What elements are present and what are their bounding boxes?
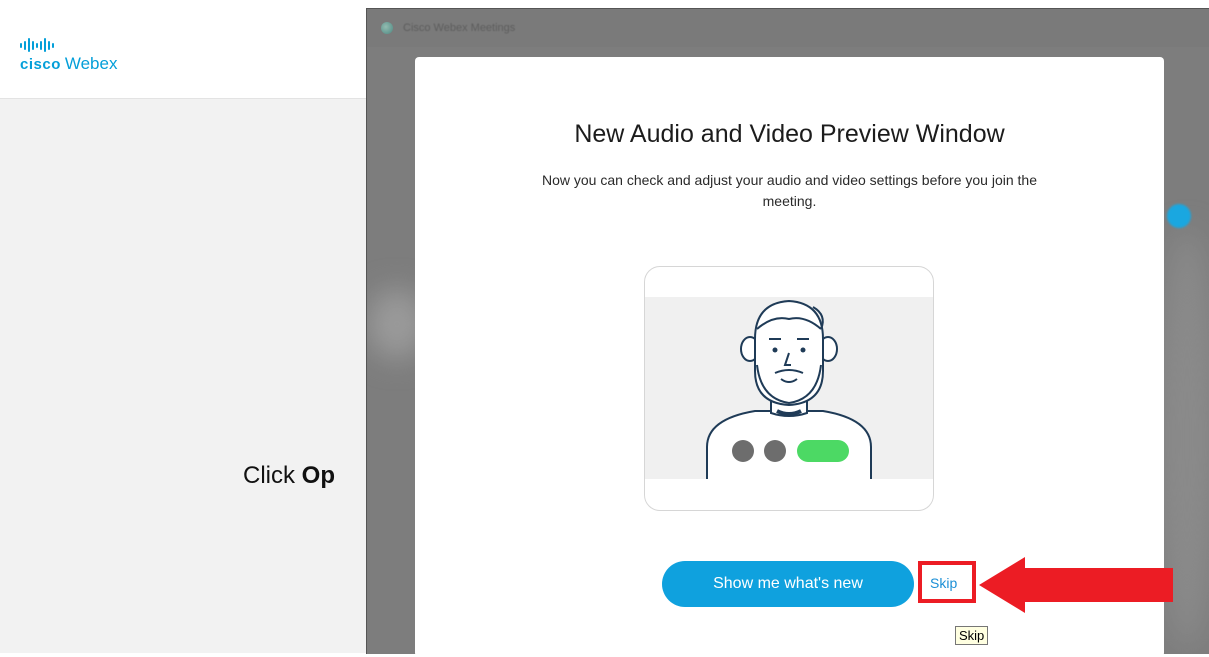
instruction-prefix: Click — [243, 462, 302, 489]
instruction-text: Click Op — [243, 462, 335, 490]
skip-highlight-box — [918, 561, 976, 603]
window-title: Cisco Webex Meetings — [403, 22, 516, 34]
modal-description: Now you can check and adjust your audio … — [542, 172, 1037, 209]
window-titlebar[interactable]: Cisco Webex Meetings — [367, 9, 1209, 47]
participant-avatar-icon — [1167, 204, 1191, 228]
skip-tooltip: Skip — [955, 626, 989, 645]
cisco-logo-icon — [20, 38, 117, 52]
show-whats-new-button[interactable]: Show me what's new — [662, 561, 914, 607]
preview-illustration — [644, 266, 934, 511]
modal-title: New Audio and Video Preview Window — [574, 120, 1005, 148]
app-icon — [381, 22, 393, 34]
logo-cisco-text: cisco — [20, 56, 61, 73]
instruction-bold: Op — [301, 462, 335, 489]
person-illustration — [645, 297, 933, 479]
callout-arrow-icon — [979, 557, 1173, 613]
logo-webex-text: Webex — [64, 54, 118, 73]
cisco-webex-logo[interactable]: cisco Webex — [20, 38, 117, 74]
